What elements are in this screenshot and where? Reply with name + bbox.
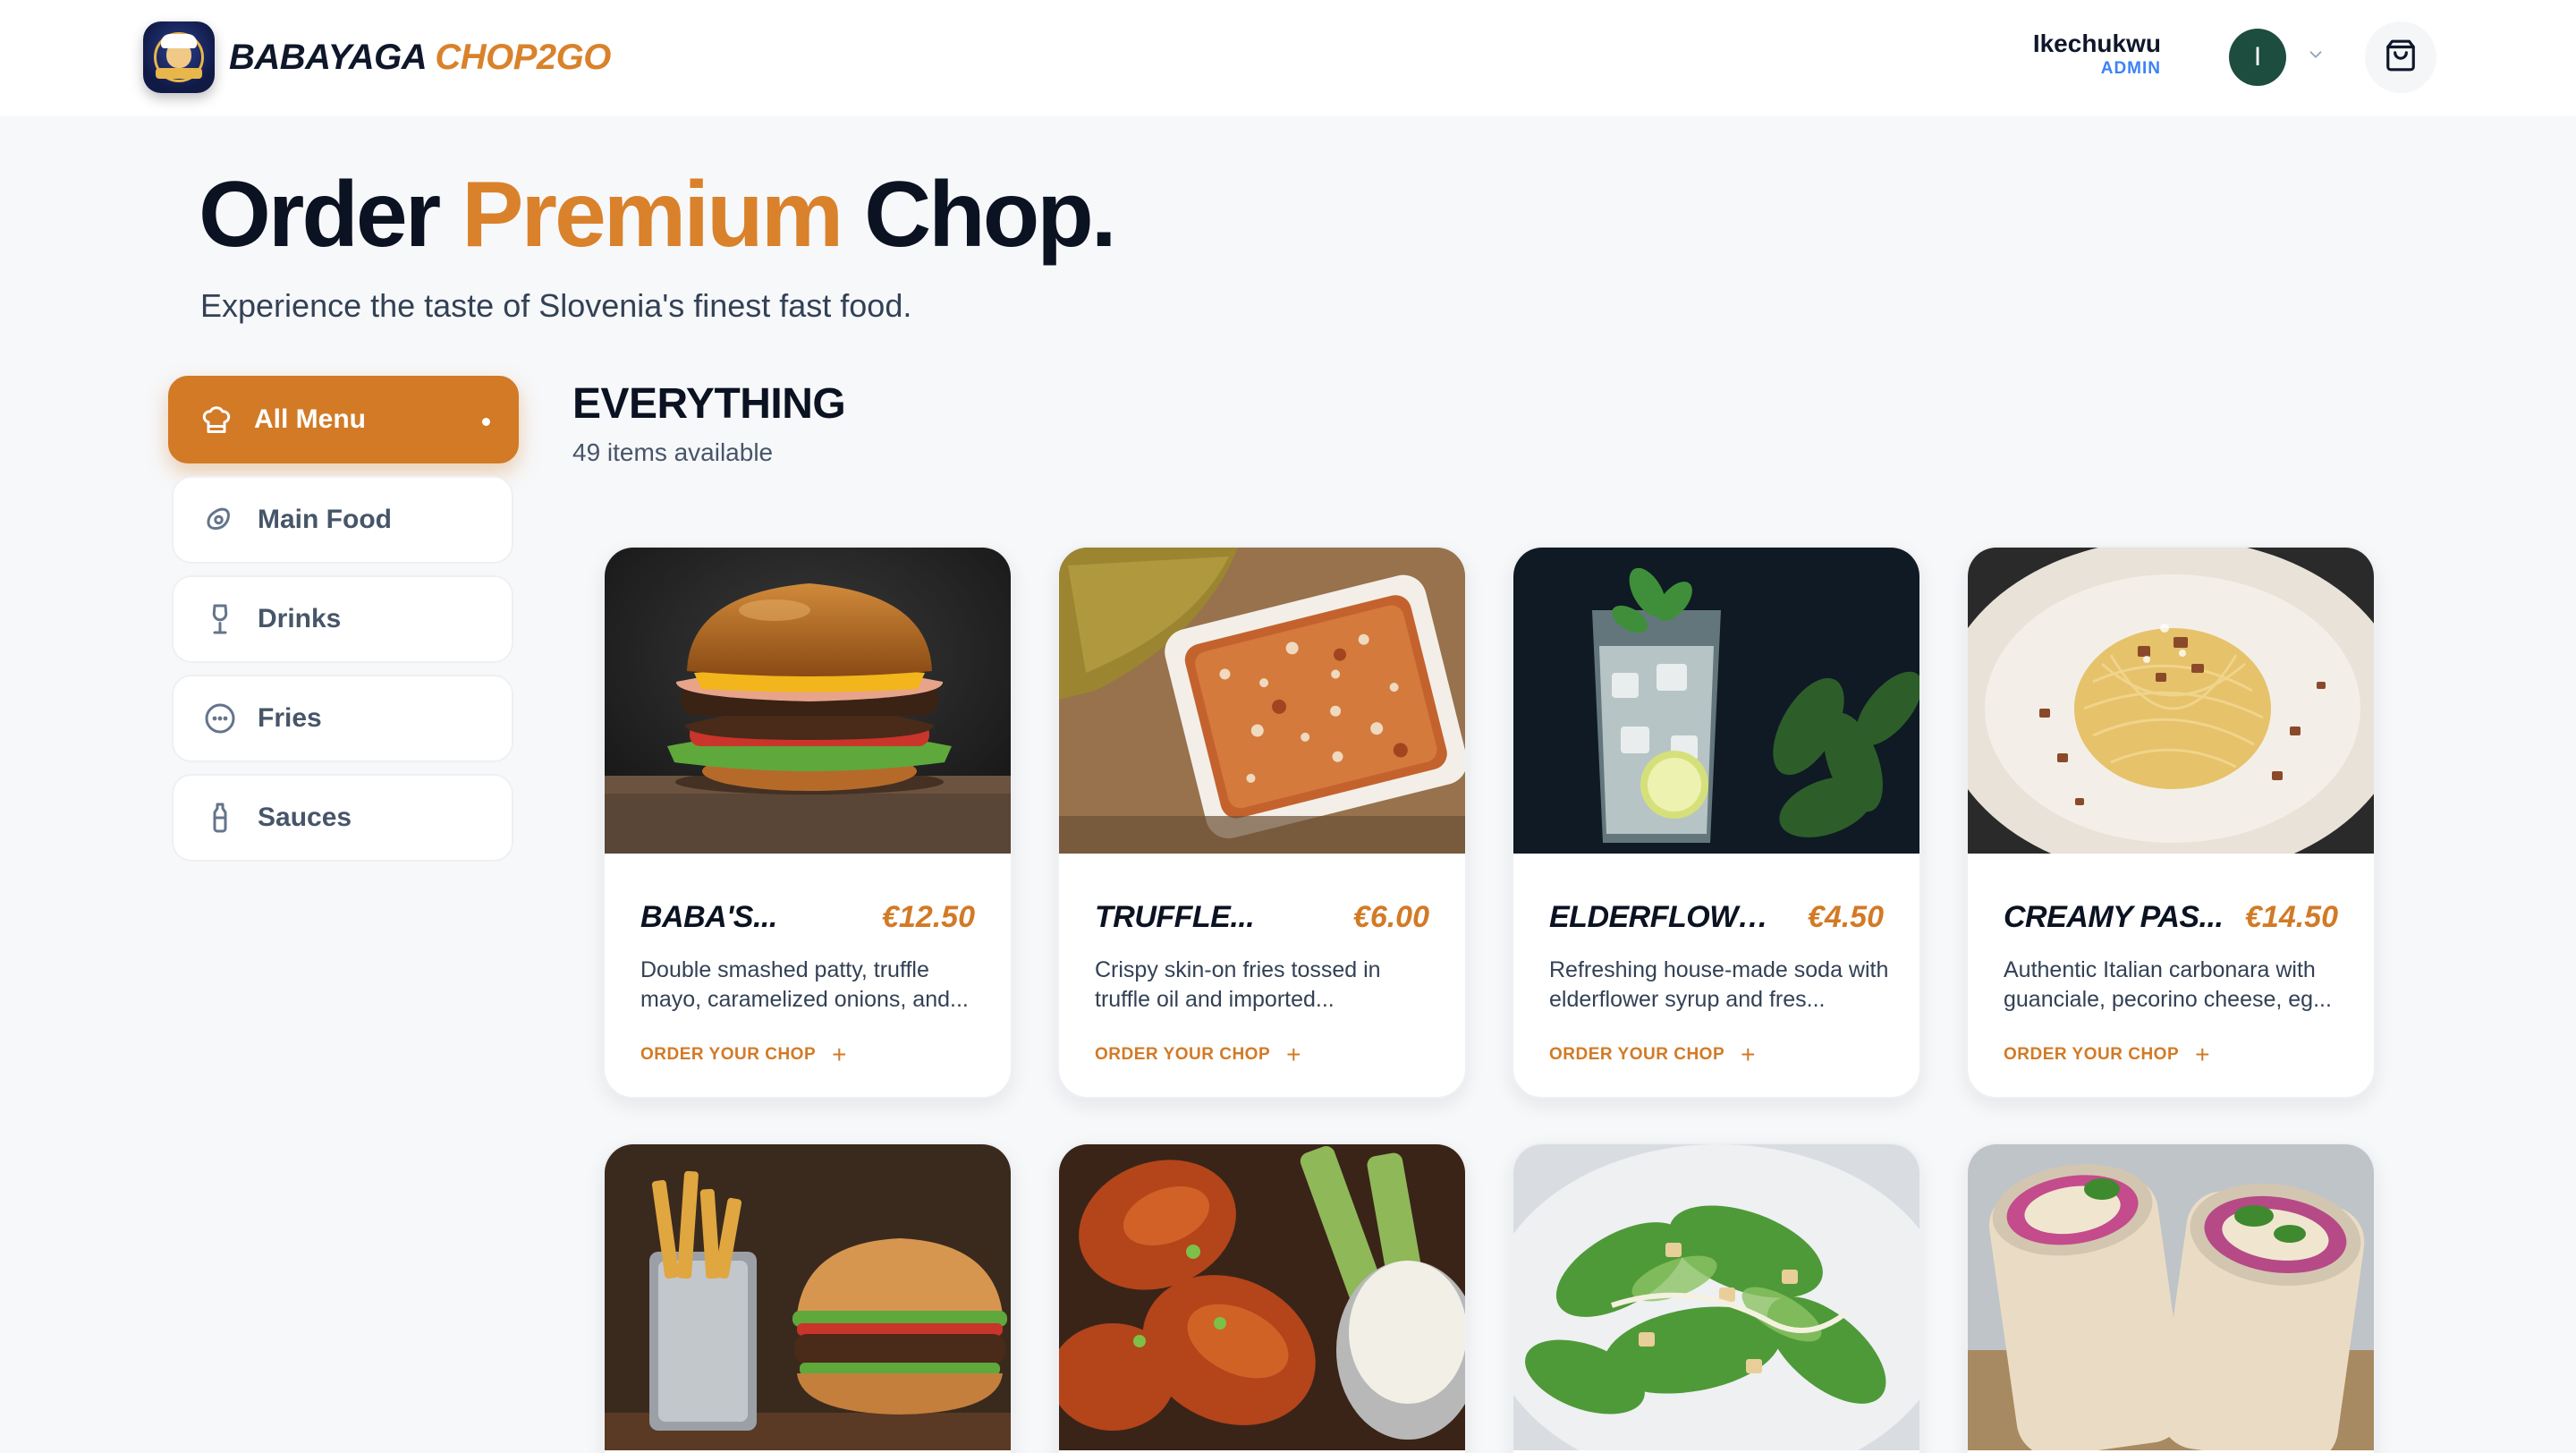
brand-name-part2: CHOP2GO	[435, 38, 611, 77]
product-name: BABA'S...	[640, 900, 777, 934]
top-header: BABAYAGA CHOP2GO Ikechukwu ADMIN I	[0, 0, 2576, 116]
sidebar-item-fries[interactable]: Fries	[172, 675, 513, 762]
product-description: Refreshing house-made soda with elderflo…	[1549, 957, 1889, 1012]
plus-icon: +	[1286, 1041, 1301, 1068]
product-card[interactable]	[603, 1143, 1013, 1453]
plus-icon: +	[2195, 1041, 2210, 1068]
page-title-highlight: Premium	[462, 163, 843, 267]
section-title: EVERYTHING	[572, 380, 846, 428]
product-description: Authentic Italian carbonara with guancia…	[2004, 957, 2332, 1012]
order-button[interactable]: ORDER YOUR CHOP +	[2004, 1041, 2210, 1068]
page-subtitle: Experience the taste of Slovenia's fines…	[200, 287, 912, 324]
sidebar-item-drinks[interactable]: Drinks	[172, 575, 513, 663]
order-button[interactable]: ORDER YOUR CHOP +	[1095, 1041, 1301, 1068]
page-title: Order Premium Chop.	[199, 161, 1117, 268]
order-button-label: ORDER YOUR CHOP	[640, 1045, 817, 1064]
product-image-caesar-salad	[1513, 1144, 1919, 1450]
product-price: €4.50	[1807, 900, 1884, 934]
wine-glass-icon	[202, 601, 238, 637]
product-image-elderflower-soda	[1513, 548, 1919, 854]
product-card[interactable]: ELDERFLOWER... €4.50 Refreshing house-ma…	[1512, 546, 1921, 1099]
user-role-badge: ADMIN	[2100, 59, 2161, 78]
product-description: Double smashed patty, truffle mayo, cara…	[640, 957, 969, 1012]
product-image-burger	[605, 548, 1011, 854]
steak-icon	[202, 502, 238, 538]
product-card[interactable]	[1966, 1143, 2376, 1453]
product-card[interactable]: CREAMY PAS... €14.50 Authentic Italian c…	[1966, 546, 2376, 1099]
cart-button[interactable]	[2365, 21, 2436, 93]
sidebar-item-label: Sauces	[258, 803, 352, 832]
shopping-bag-icon	[2384, 38, 2418, 77]
page-title-part1: Order	[199, 163, 441, 267]
order-button-label: ORDER YOUR CHOP	[1549, 1045, 1725, 1064]
product-image-carbonara	[1968, 548, 2374, 854]
order-button-label: ORDER YOUR CHOP	[1095, 1045, 1271, 1064]
product-image-truffle-fries	[1059, 548, 1465, 854]
sidebar-item-all-menu[interactable]: All Menu	[168, 376, 519, 463]
sidebar-item-label: All Menu	[254, 404, 366, 434]
product-price: €12.50	[882, 900, 975, 934]
active-indicator-dot	[482, 418, 490, 426]
product-card[interactable]	[1512, 1143, 1921, 1453]
order-button-label: ORDER YOUR CHOP	[2004, 1045, 2180, 1064]
sidebar-item-label: Main Food	[258, 505, 392, 534]
sidebar-item-label: Fries	[258, 703, 322, 733]
product-card[interactable]: BABA'S... €12.50 Double smashed patty, t…	[603, 546, 1013, 1099]
sidebar-item-sauces[interactable]: Sauces	[172, 774, 513, 862]
product-image-burger-fries	[605, 1144, 1011, 1450]
dots-circle-icon	[202, 701, 238, 736]
product-name: TRUFFLE...	[1095, 900, 1255, 934]
chevron-down-icon[interactable]	[2304, 45, 2327, 68]
logo-band	[156, 68, 202, 79]
brand-name[interactable]: BABAYAGA CHOP2GO	[229, 38, 611, 78]
product-description: Crispy skin-on fries tossed in truffle o…	[1095, 957, 1381, 1012]
plus-icon: +	[832, 1041, 847, 1068]
order-button[interactable]: ORDER YOUR CHOP +	[640, 1041, 847, 1068]
order-button[interactable]: ORDER YOUR CHOP +	[1549, 1041, 1756, 1068]
product-name: CREAMY PAS...	[2004, 900, 2224, 934]
sidebar-item-label: Drinks	[258, 604, 342, 633]
items-count: 49 items available	[572, 438, 774, 466]
logo-chef-hat	[161, 34, 197, 48]
product-card[interactable]: TRUFFLE... €6.00 Crispy skin-on fries to…	[1057, 546, 1467, 1099]
product-name: ELDERFLOWER...	[1549, 900, 1773, 934]
user-name: Ikechukwu	[2032, 30, 2161, 57]
user-info[interactable]: Ikechukwu ADMIN	[2033, 29, 2161, 79]
plus-icon: +	[1741, 1041, 1756, 1068]
brand-logo[interactable]	[143, 21, 215, 93]
page-title-part3: Chop.	[864, 163, 1117, 267]
product-image-wrap	[1968, 1144, 2374, 1450]
product-price: €14.50	[2245, 900, 2338, 934]
bottle-icon	[202, 800, 238, 836]
sidebar-item-main-food[interactable]: Main Food	[172, 476, 513, 564]
product-card[interactable]	[1057, 1143, 1467, 1453]
avatar[interactable]: I	[2229, 29, 2286, 86]
product-image-chicken-wings	[1059, 1144, 1465, 1450]
product-price: €6.00	[1352, 900, 1429, 934]
brand-name-part1: BABAYAGA	[229, 38, 426, 77]
chef-hat-icon	[199, 402, 234, 438]
